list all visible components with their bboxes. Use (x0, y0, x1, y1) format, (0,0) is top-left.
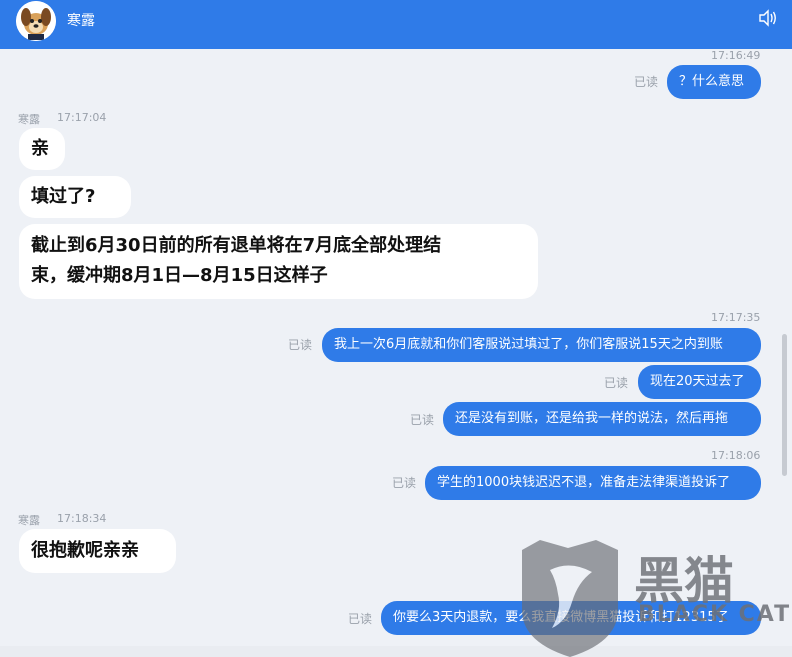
message-line: 束，缓冲期8月1日—8月15日这样子 (31, 265, 328, 286)
message-bubble-out[interactable]: 学生的1000块钱迟迟不退，准备走法律渠道投诉了 (425, 466, 761, 500)
message-bubble-in[interactable]: 很抱歉呢亲亲 (19, 529, 176, 573)
chat-title: 寒露 (67, 13, 95, 29)
read-status: 已读 (410, 413, 435, 427)
message-bubble-out[interactable]: 我上一次6月底就和你们客服说过填过了，你们客服说15天之内到账 (322, 328, 761, 362)
timestamp: 17:18:06 (711, 449, 761, 462)
watermark-en: BLACK CAT (638, 602, 792, 627)
timestamp: 17:16:49 (711, 49, 761, 62)
message-bubble-out[interactable]: 现在20天过去了 (638, 365, 761, 399)
read-status: 已读 (348, 612, 373, 626)
sender-name: 寒露 (18, 113, 40, 126)
speaker-icon[interactable] (758, 9, 778, 27)
message-bubble-out[interactable]: 还是没有到账，还是给我一样的说法，然后再拖 (443, 402, 761, 436)
read-status: 已读 (392, 476, 417, 490)
timestamp: 17:17:04 (57, 111, 107, 124)
read-status: 已读 (634, 75, 659, 89)
timestamp: 17:17:35 (711, 311, 761, 324)
message-bubble-in[interactable]: 亲 (19, 128, 65, 170)
timestamp: 17:18:34 (57, 512, 107, 525)
message-line: 截止到6月30日前的所有退单将在7月底全部处理结 (31, 235, 442, 256)
read-status: 已读 (288, 338, 313, 352)
avatar[interactable] (16, 1, 56, 41)
scrollbar[interactable] (782, 334, 787, 476)
message-bubble-in[interactable]: 填过了? (19, 176, 131, 218)
sender-name: 寒露 (18, 514, 40, 527)
message-bubble-in[interactable]: 截止到6月30日前的所有退单将在7月底全部处理结 束，缓冲期8月1日—8月15日… (19, 224, 538, 299)
message-bubble-out[interactable]: ？什么意思 (667, 65, 761, 99)
black-cat-watermark-logo: 黑猫 (522, 540, 734, 657)
read-status: 已读 (604, 376, 629, 390)
chat-header: 寒露 (0, 0, 792, 49)
